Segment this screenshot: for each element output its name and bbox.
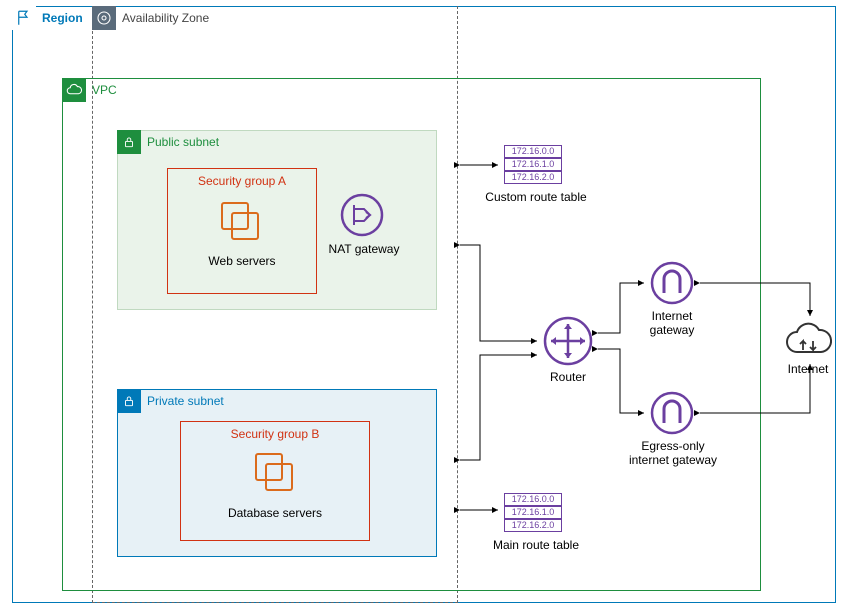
internet-gateway-icon — [650, 261, 694, 305]
egress-only-gateway-icon — [650, 391, 694, 435]
custom-route-table-entry: 172.16.0.0 — [504, 145, 562, 158]
internet-cloud-icon — [783, 320, 833, 360]
private-subnet-lock-icon — [117, 389, 141, 413]
region-flag-icon — [12, 6, 36, 30]
main-route-table-label: Main route table — [480, 538, 592, 552]
vpc-label: VPC — [92, 83, 117, 97]
security-group-a-label: Security group A — [167, 174, 317, 188]
main-route-table-entry: 172.16.2.0 — [504, 519, 562, 532]
web-servers-instance-icon — [218, 199, 264, 245]
internet-gateway-label: Internet gateway — [632, 309, 712, 337]
internet-label: Internet — [780, 362, 836, 376]
public-subnet-lock-icon — [117, 130, 141, 154]
public-subnet-label: Public subnet — [147, 135, 219, 149]
custom-route-table-entry: 172.16.2.0 — [504, 171, 562, 184]
database-servers-instance-icon — [252, 450, 298, 496]
security-group-b-label: Security group B — [180, 427, 370, 441]
nat-gateway-icon — [340, 193, 384, 237]
availability-zone-icon — [92, 6, 116, 30]
custom-route-table-label: Custom route table — [476, 190, 596, 204]
router-icon — [543, 316, 593, 366]
nat-gateway-label: NAT gateway — [322, 242, 406, 256]
private-subnet-label: Private subnet — [147, 394, 224, 408]
custom-route-table-entry: 172.16.1.0 — [504, 158, 562, 171]
region-label: Region — [42, 11, 83, 25]
database-servers-label: Database servers — [180, 506, 370, 520]
egress-only-gateway-label: Egress-only internet gateway — [628, 439, 718, 467]
web-servers-label: Web servers — [167, 254, 317, 268]
main-route-table-entry: 172.16.1.0 — [504, 506, 562, 519]
router-label: Router — [540, 370, 596, 384]
vpc-cloud-icon — [62, 78, 86, 102]
availability-zone-label: Availability Zone — [122, 11, 209, 25]
main-route-table-entry: 172.16.0.0 — [504, 493, 562, 506]
